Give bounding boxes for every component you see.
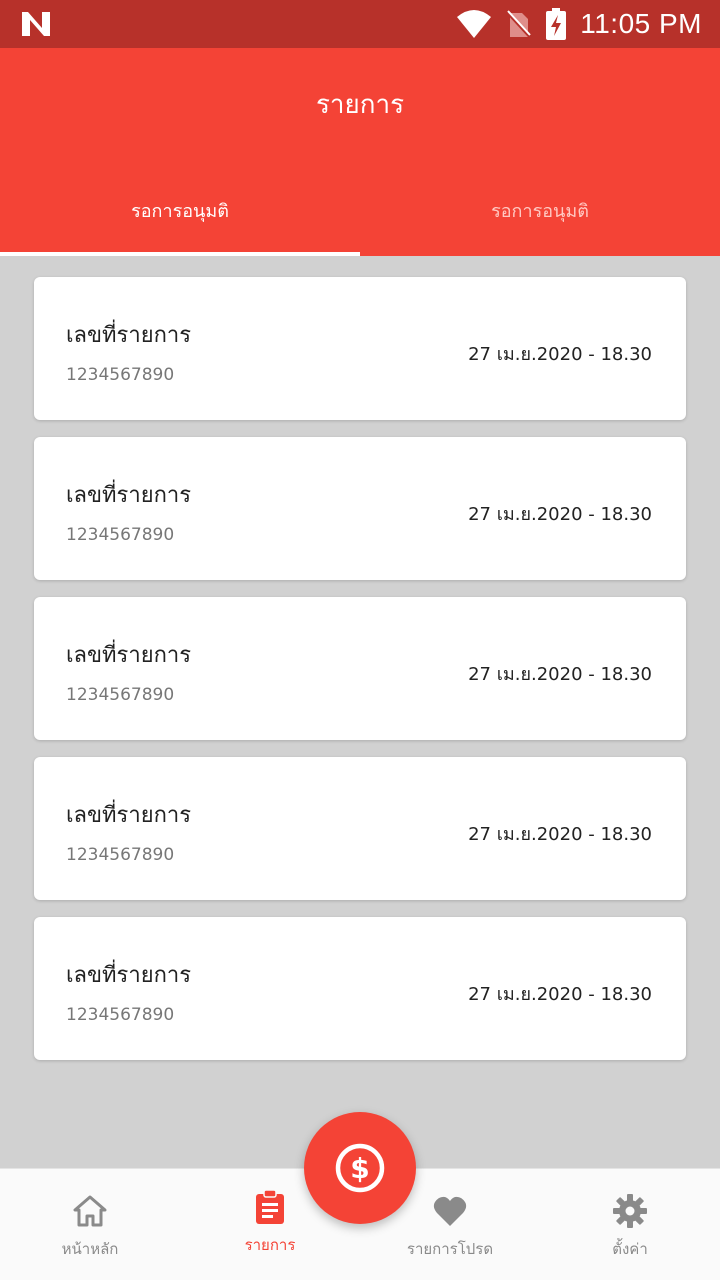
battery-charging-icon <box>546 8 567 40</box>
dollar-circle-icon: $ <box>335 1143 385 1193</box>
item-number: 1234567890 <box>66 1005 175 1025</box>
tab-label: รอการอนุมติ <box>491 201 589 222</box>
list-item[interactable]: เลขที่รายการ 1234567890 27 เม.ย.2020 - 1… <box>34 757 686 900</box>
item-number: 1234567890 <box>66 845 175 865</box>
item-label: เลขที่รายการ <box>66 643 192 668</box>
clipboard-list-icon <box>256 1189 284 1224</box>
item-number: 1234567890 <box>66 365 175 385</box>
nav-settings[interactable]: ตั้งค่า <box>540 1169 720 1280</box>
page-title: รายการ <box>315 90 405 120</box>
item-date: 27 เม.ย.2020 - 18.30 <box>468 504 652 525</box>
nav-settings-label: ตั้งค่า <box>612 1240 648 1258</box>
transaction-list: เลขที่รายการ 1234567890 27 เม.ย.2020 - 1… <box>34 277 686 1077</box>
list-item[interactable]: เลขที่รายการ 1234567890 27 เม.ย.2020 - 1… <box>34 917 686 1060</box>
svg-text:$: $ <box>350 1152 369 1185</box>
wifi-icon <box>457 10 492 38</box>
item-date: 27 เม.ย.2020 - 18.30 <box>468 344 652 365</box>
home-icon <box>73 1195 107 1227</box>
heart-icon <box>433 1196 467 1226</box>
list-item[interactable]: เลขที่รายการ 1234567890 27 เม.ย.2020 - 1… <box>34 437 686 580</box>
tab-pending-approval-1[interactable]: รอการอนุมติ <box>0 168 360 256</box>
list-item[interactable]: เลขที่รายการ 1234567890 27 เม.ย.2020 - 1… <box>34 277 686 420</box>
gear-icon <box>613 1194 647 1228</box>
item-label: เลขที่รายการ <box>66 963 192 988</box>
app-bar: รายการ รอการอนุมติ รอการอนุมติ <box>0 48 720 256</box>
status-bar: 11:05 PM <box>0 0 720 48</box>
item-date: 27 เม.ย.2020 - 18.30 <box>468 984 652 1005</box>
item-number: 1234567890 <box>66 525 175 545</box>
status-time: 11:05 PM <box>580 8 702 39</box>
item-number: 1234567890 <box>66 685 175 705</box>
item-label: เลขที่รายการ <box>66 483 192 508</box>
item-date: 27 เม.ย.2020 - 18.30 <box>468 664 652 685</box>
tab-pending-approval-2[interactable]: รอการอนุมติ <box>360 168 720 256</box>
tab-bar: รอการอนุมติ รอการอนุมติ <box>0 168 720 256</box>
nav-home-label: หน้าหลัก <box>61 1240 119 1258</box>
item-date: 27 เม.ย.2020 - 18.30 <box>468 824 652 845</box>
payment-fab-button[interactable]: $ <box>304 1112 416 1224</box>
nav-list-label: รายการ <box>244 1236 296 1254</box>
list-item[interactable]: เลขที่รายการ 1234567890 27 เม.ย.2020 - 1… <box>34 597 686 740</box>
n-logo-icon <box>22 12 50 36</box>
nav-home[interactable]: หน้าหลัก <box>0 1169 180 1280</box>
item-label: เลขที่รายการ <box>66 323 192 348</box>
no-sim-icon <box>507 10 532 39</box>
item-label: เลขที่รายการ <box>66 803 192 828</box>
nav-favorites-label: รายการโปรด <box>406 1240 494 1258</box>
tab-label: รอการอนุมติ <box>131 201 229 222</box>
tab-indicator <box>0 252 360 256</box>
